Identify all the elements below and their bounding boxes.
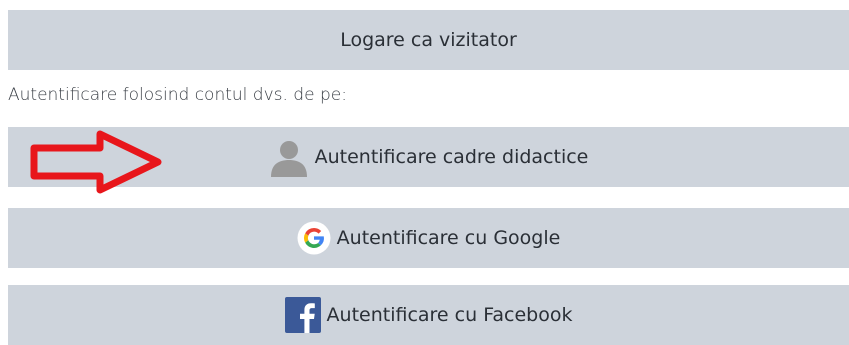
facebook-icon xyxy=(284,297,321,333)
google-icon xyxy=(297,221,331,255)
red-arrow-annotation xyxy=(30,130,162,194)
guest-login-label: Logare ca vizitator xyxy=(340,29,517,51)
facebook-login-button[interactable]: Autentificare cu Facebook xyxy=(8,285,849,345)
guest-login-button[interactable]: Logare ca vizitator xyxy=(8,10,849,70)
teacher-login-label: Autentificare cadre didactice xyxy=(314,146,589,168)
facebook-login-label: Autentificare cu Facebook xyxy=(326,304,573,326)
auth-section-title: Autentificare folosind contul dvs. de pe… xyxy=(8,85,347,105)
user-icon xyxy=(269,137,309,177)
google-login-label: Autentificare cu Google xyxy=(336,227,561,249)
google-login-button[interactable]: Autentificare cu Google xyxy=(8,208,849,268)
